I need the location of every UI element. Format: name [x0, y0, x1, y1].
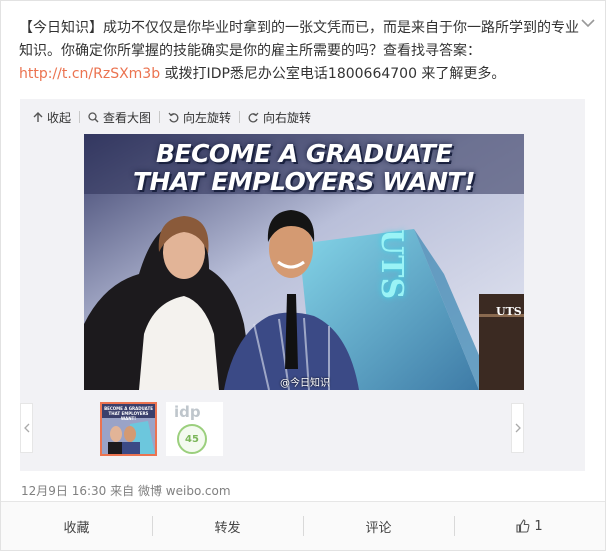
favorite-label: 收藏	[63, 520, 90, 536]
building-sign-text: UTS	[374, 229, 409, 300]
comment-button[interactable]: 评论	[303, 502, 454, 550]
collapse-button[interactable]: 收起	[33, 109, 71, 126]
rotate-right-label: 向右旋转	[263, 110, 312, 125]
arrow-up-icon	[33, 111, 43, 122]
rotate-left-button[interactable]: 向左旋转	[168, 109, 231, 126]
headline-line-1: BECOME A GRADUATE	[155, 139, 453, 168]
photo-watermark: @今日知识	[280, 378, 330, 389]
thumbs-up-icon	[516, 519, 530, 533]
thumb-prev-button[interactable]	[20, 403, 33, 453]
post-timestamp[interactable]: 12月9日 16:30	[21, 484, 106, 498]
main-photo[interactable]: BECOME A GRADUATE THAT EMPLOYERS WANT! U…	[84, 134, 524, 390]
image-toolbar: 收起 查看大图 向左旋转 向右旋转	[33, 108, 311, 126]
anniversary-badge: 45	[177, 424, 207, 454]
action-bar: 收藏 转发 评论 1	[1, 502, 605, 550]
rotate-left-icon	[168, 112, 179, 122]
post-source[interactable]: 微博 weibo.com	[138, 484, 231, 498]
photo-headline: BECOME A GRADUATE THAT EMPLOYERS WANT!	[84, 140, 524, 196]
chevron-right-icon	[515, 423, 521, 433]
rotate-left-label: 向左旋转	[183, 110, 232, 125]
thumbnail-2[interactable]: idp 45	[166, 402, 223, 456]
thumbnail-strip: BECOME A GRADUATE THAT EMPLOYERS WANT! i…	[20, 399, 585, 459]
headline-line-2: THAT EMPLOYERS WANT!	[133, 167, 476, 196]
thumbnail-1-line-2: THAT EMPLOYERS WANT!	[108, 411, 149, 421]
toolbar-divider	[79, 111, 81, 123]
post-text-body: 【今日知识】成功不仅仅是你毕业时拿到的一张文凭而已，而是来自于你一路所学到的专业…	[19, 20, 579, 59]
post-meta: 12月9日 16:30 来自 微博 weibo.com	[21, 482, 231, 499]
search-icon	[88, 111, 99, 122]
toolbar-divider	[159, 111, 161, 123]
building-sign-small: UTS	[496, 305, 522, 318]
favorite-button[interactable]: 收藏	[1, 502, 152, 550]
toolbar-divider	[239, 111, 241, 123]
thumbnail-1[interactable]: BECOME A GRADUATE THAT EMPLOYERS WANT!	[100, 402, 157, 456]
weibo-post-card: 【今日知识】成功不仅仅是你毕业时拿到的一张文凭而已，而是来自于你一路所学到的专业…	[0, 0, 606, 551]
thumb-next-button[interactable]	[511, 403, 524, 453]
media-panel: 收起 查看大图 向左旋转 向右旋转 BECOME A GRADUATE THAT…	[20, 99, 585, 471]
chevron-left-icon	[23, 423, 29, 433]
like-button[interactable]: 1	[454, 502, 605, 550]
view-large-button[interactable]: 查看大图	[88, 109, 151, 126]
comment-label: 评论	[365, 520, 392, 536]
post-link[interactable]: http://t.cn/RzSXm3b	[19, 66, 160, 82]
repost-button[interactable]: 转发	[152, 502, 303, 550]
repost-label: 转发	[214, 520, 241, 536]
post-text-tail: 或拨打IDP悉尼办公室电话1800664700 来了解更多。	[160, 66, 506, 82]
collapse-label: 收起	[47, 110, 72, 125]
like-count: 1	[534, 518, 543, 534]
rotate-right-button[interactable]: 向右旋转	[248, 109, 311, 126]
building-sign: UTS	[371, 229, 411, 309]
view-large-label: 查看大图	[103, 110, 152, 125]
post-text: 【今日知识】成功不仅仅是你毕业时拿到的一张文凭而已，而是来自于你一路所学到的专业…	[19, 17, 584, 86]
rotate-right-icon	[248, 112, 259, 122]
idp-logo: idp	[174, 403, 201, 421]
thumbnail-1-headline: BECOME A GRADUATE THAT EMPLOYERS WANT!	[104, 406, 153, 421]
source-prefix: 来自	[110, 484, 135, 498]
